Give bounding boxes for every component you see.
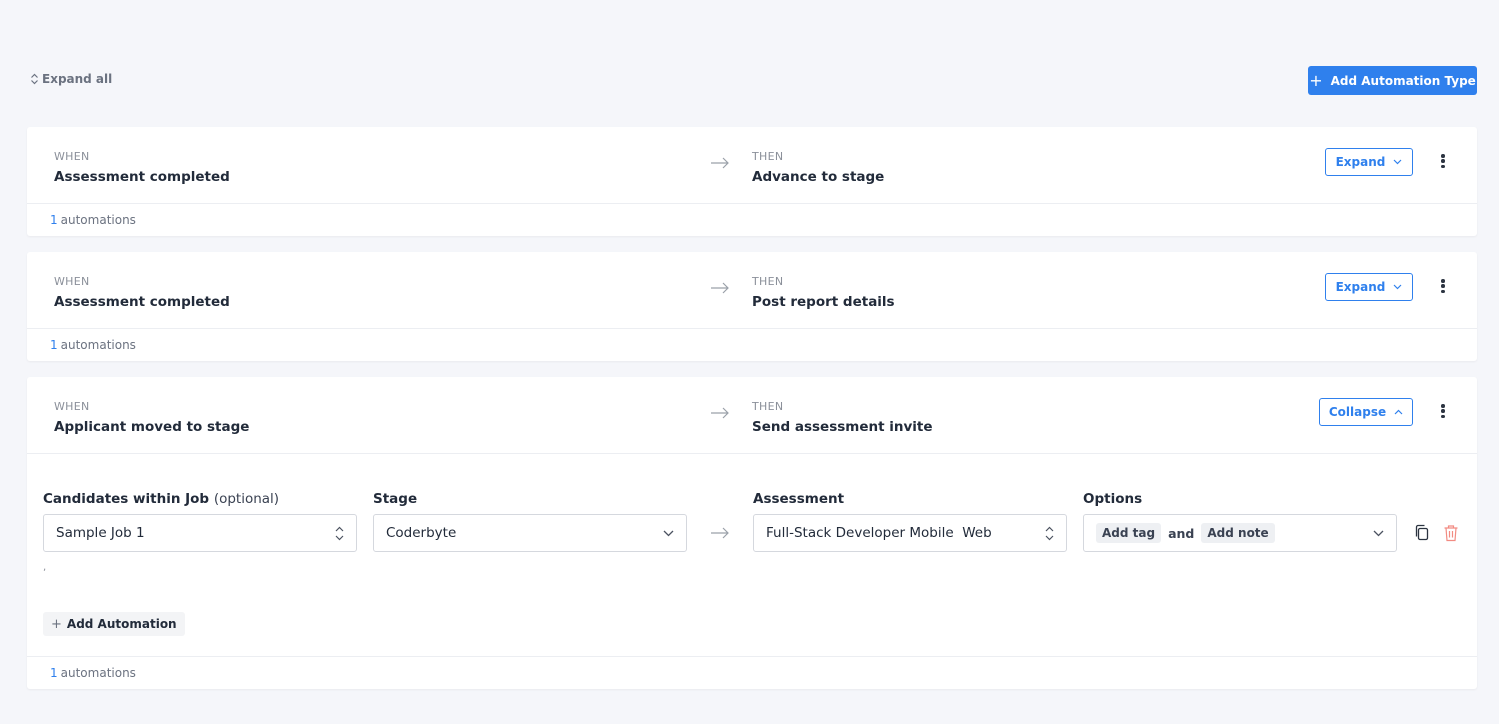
plus-icon: +: [1309, 70, 1323, 90]
when-label: WHEN: [54, 400, 90, 413]
more-options-icon[interactable]: [1437, 402, 1449, 420]
automation-card: WHEN Assessment completed THEN Post repo…: [27, 252, 1477, 361]
trash-icon[interactable]: [1443, 524, 1459, 542]
then-action: Send assessment invite: [752, 419, 933, 435]
options-field-label: Options: [1083, 491, 1143, 507]
add-automation-type-button[interactable]: + Add Automation Type: [1308, 66, 1477, 95]
and-connector: and: [1168, 525, 1195, 541]
collapse-button[interactable]: Collapse: [1319, 398, 1413, 426]
when-trigger: Assessment completed: [54, 169, 230, 185]
options-select[interactable]: Add tag and Add note: [1083, 514, 1397, 552]
assessment-field-label: Assessment: [753, 491, 845, 507]
updown-chevron-icon: [1045, 526, 1054, 541]
plus-icon: +: [51, 616, 62, 632]
when-trigger: Assessment completed: [54, 294, 230, 310]
chevron-down-icon: [1373, 530, 1384, 537]
automation-count-label: automations: [60, 338, 136, 352]
arrow-right-icon: [711, 157, 729, 169]
expand-all-label: Expand all: [42, 72, 113, 86]
chevron-down-icon: [1393, 159, 1402, 165]
add-automation-label: Add Automation: [66, 617, 177, 631]
card-footer: 1 automations: [27, 657, 1477, 689]
assessment-select[interactable]: Full-Stack Developer Mobile Web: [753, 514, 1067, 552]
arrow-right-icon: [711, 527, 729, 539]
more-options-icon[interactable]: [1437, 152, 1449, 170]
assessment-select-value: Full-Stack Developer Mobile Web: [766, 525, 992, 541]
card-footer: 1 automations: [27, 204, 1477, 236]
chevron-up-icon: [1394, 409, 1403, 415]
add-note-chip[interactable]: Add note: [1201, 523, 1275, 543]
stage-select[interactable]: Coderbyte: [373, 514, 687, 552]
arrow-right-icon: [711, 407, 729, 419]
card-header: WHEN Assessment completed THEN Advance t…: [27, 127, 1477, 204]
more-options-icon[interactable]: [1437, 277, 1449, 295]
collapse-label: Collapse: [1328, 405, 1387, 419]
when-label: WHEN: [54, 275, 90, 288]
job-select[interactable]: Sample Job 1: [43, 514, 357, 552]
updown-chevron-icon: [335, 526, 344, 541]
automation-card-expanded: WHEN Applicant moved to stage THEN Send …: [27, 377, 1477, 689]
when-label: WHEN: [54, 150, 90, 163]
job-label-text: Candidates within Job: [43, 491, 210, 507]
copy-icon[interactable]: [1414, 524, 1430, 542]
when-trigger: Applicant moved to stage: [54, 419, 250, 435]
expand-label: Expand: [1335, 155, 1386, 169]
automation-count: 1: [50, 666, 58, 680]
card-header: WHEN Assessment completed THEN Post repo…: [27, 252, 1477, 329]
expand-all-button[interactable]: Expand all: [30, 72, 112, 86]
then-label: THEN: [752, 150, 784, 163]
then-action: Advance to stage: [752, 169, 885, 185]
job-field-label: Candidates within Job (optional): [43, 491, 279, 507]
automation-count-label: automations: [60, 666, 136, 680]
then-label: THEN: [752, 275, 784, 288]
stage-select-value: Coderbyte: [386, 525, 457, 541]
expand-label: Expand: [1335, 280, 1386, 294]
card-footer: 1 automations: [27, 329, 1477, 361]
automation-count: 1: [50, 338, 58, 352]
expand-button[interactable]: Expand: [1325, 148, 1413, 176]
card-header: WHEN Applicant moved to stage THEN Send …: [27, 377, 1477, 454]
expand-collapse-icon: [31, 73, 38, 85]
arrow-right-icon: [711, 282, 729, 294]
then-action: Post report details: [752, 294, 895, 310]
automation-count: 1: [50, 213, 58, 227]
expand-button[interactable]: Expand: [1325, 273, 1413, 301]
add-automation-button[interactable]: + Add Automation: [43, 612, 185, 636]
job-select-value: Sample Job 1: [56, 525, 145, 541]
chevron-down-icon: [663, 530, 674, 537]
then-label: THEN: [752, 400, 784, 413]
field-hint: ,: [43, 562, 47, 573]
automation-rule-editor: Candidates within Job (optional) Sample …: [27, 454, 1477, 657]
add-tag-chip[interactable]: Add tag: [1096, 523, 1162, 543]
stage-field-label: Stage: [373, 491, 418, 507]
chevron-down-icon: [1393, 284, 1402, 290]
add-automation-type-label: Add Automation Type: [1330, 73, 1476, 88]
automation-count-label: automations: [60, 213, 136, 227]
automation-card: WHEN Assessment completed THEN Advance t…: [27, 127, 1477, 236]
optional-label: (optional): [213, 491, 280, 507]
